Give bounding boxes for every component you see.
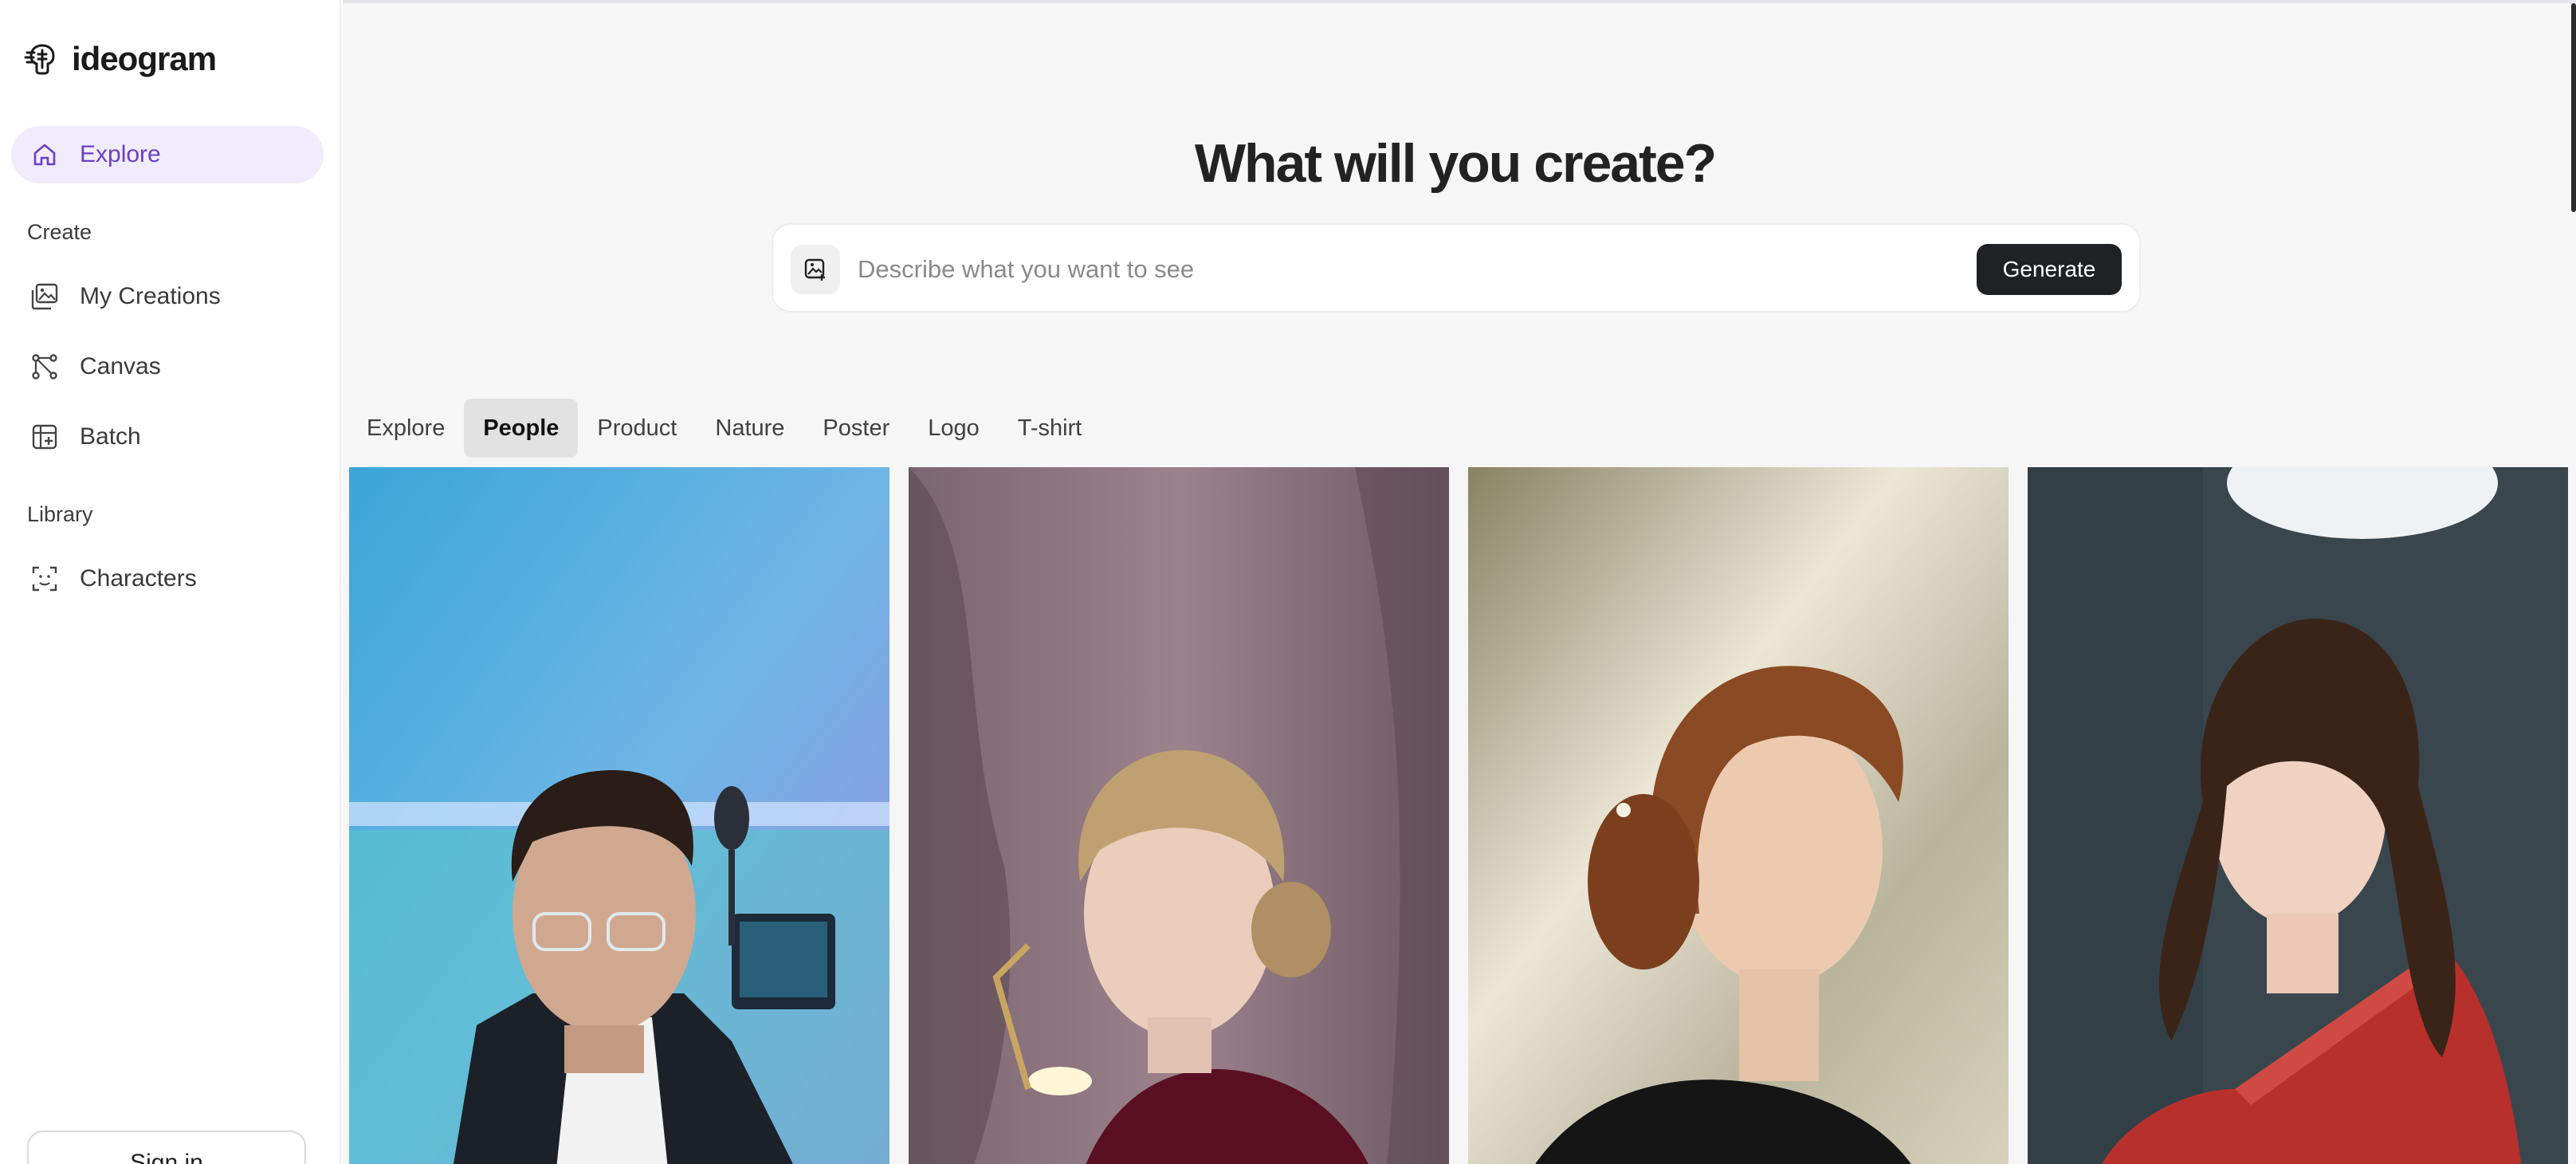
sidebar-item-characters[interactable]: Characters <box>11 550 324 608</box>
sidebar-item-my-creations[interactable]: My Creations <box>11 268 324 325</box>
sidebar-item-batch[interactable]: Batch <box>11 408 324 466</box>
image-upload-button[interactable] <box>791 245 840 294</box>
tab-explore[interactable]: Explore <box>348 399 464 458</box>
main-content: What will you create? Generate Explore P… <box>343 0 2576 1164</box>
gallery-image-card[interactable] <box>909 467 1449 1164</box>
ideogram-logo-icon <box>24 44 55 75</box>
image-grid <box>349 467 2568 1164</box>
tab-tshirt[interactable]: T-shirt <box>999 399 1101 458</box>
sidebar-item-label: My Creations <box>80 283 221 309</box>
home-icon <box>29 139 61 171</box>
canvas-icon <box>29 351 61 383</box>
gallery-image-card[interactable] <box>349 467 889 1164</box>
section-label-create: Create <box>27 220 92 244</box>
section-label-library: Library <box>27 502 93 526</box>
gallery-image-card[interactable] <box>2028 467 2568 1164</box>
sidebar-item-explore[interactable]: Explore <box>11 126 324 183</box>
generate-button[interactable]: Generate <box>1977 244 2122 295</box>
brand-name: ideogram <box>72 40 217 77</box>
portrait-image <box>349 467 889 1164</box>
category-tabs: Explore People Product Nature Poster Log… <box>348 399 1101 458</box>
scrollbar-thumb[interactable] <box>2571 3 2576 212</box>
sidebar-item-canvas[interactable]: Canvas <box>11 338 324 395</box>
portrait-image <box>1468 467 2009 1164</box>
portrait-image <box>2028 467 2568 1164</box>
sidebar: ideogram Explore Create My Creations Can… <box>0 0 341 1164</box>
tab-nature[interactable]: Nature <box>696 399 803 458</box>
app-root: ideogram Explore Create My Creations Can… <box>0 0 2576 1164</box>
prompt-input[interactable] <box>858 246 1894 293</box>
sidebar-item-label: Batch <box>80 423 141 450</box>
tab-people[interactable]: People <box>464 399 579 458</box>
sidebar-item-label: Explore <box>80 141 161 167</box>
scrollbar[interactable] <box>2568 3 2576 1164</box>
batch-icon <box>29 421 61 453</box>
sidebar-item-label: Characters <box>80 565 197 592</box>
brand-logo[interactable]: ideogram <box>24 40 217 78</box>
portrait-image <box>909 467 1449 1164</box>
images-icon <box>29 281 61 313</box>
tab-product[interactable]: Product <box>578 399 696 458</box>
image-upload-icon <box>804 258 825 281</box>
sidebar-item-label: Canvas <box>80 353 161 379</box>
face-scan-icon <box>29 563 61 595</box>
prompt-bar: Generate <box>772 223 2141 313</box>
sign-in-button[interactable]: Sign in <box>27 1131 306 1164</box>
tab-logo[interactable]: Logo <box>909 399 999 458</box>
page-title: What will you create? <box>1194 133 1717 194</box>
gallery-image-card[interactable] <box>1468 467 2009 1164</box>
tab-poster[interactable]: Poster <box>803 399 909 458</box>
